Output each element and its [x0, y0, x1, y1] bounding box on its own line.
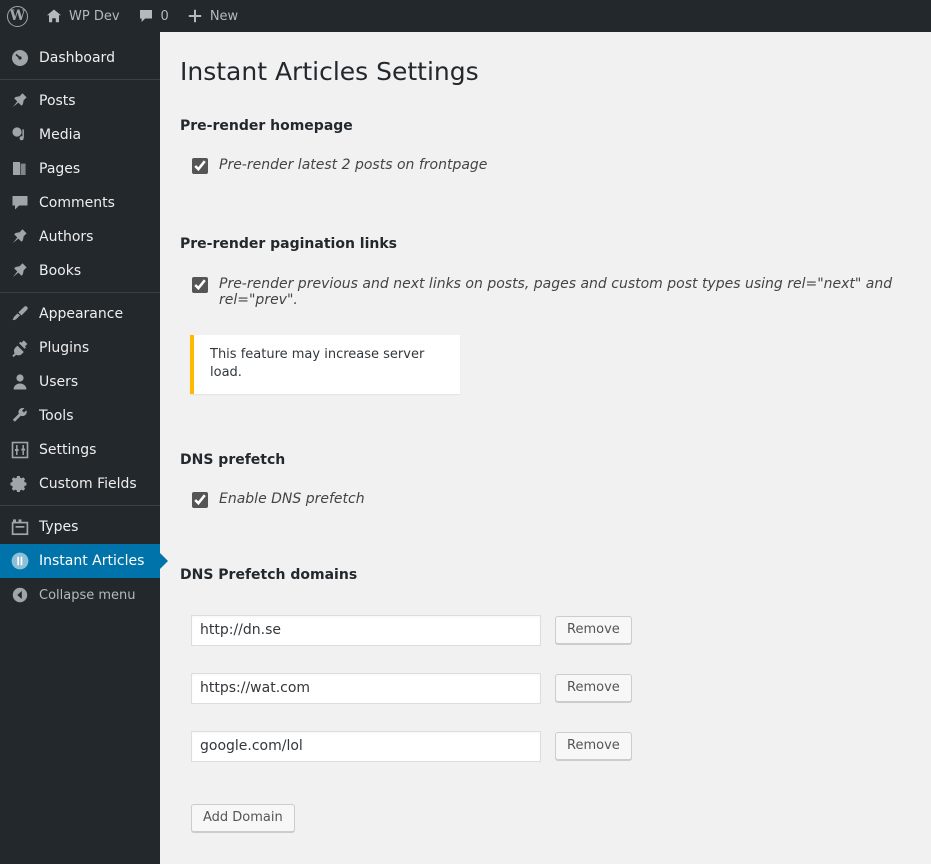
instant-articles-icon [10, 551, 30, 571]
home-icon [46, 8, 62, 24]
section-dns-prefetch-domains: DNS Prefetch domains Remove RemoveRemove … [180, 566, 923, 832]
prerender-pagination-checkbox[interactable] [192, 276, 208, 293]
wp-logo-button[interactable]: W [0, 0, 37, 32]
sidebar-item-label: Appearance [39, 306, 124, 322]
section-heading-dns-prefetch-domains: DNS Prefetch domains [180, 567, 358, 584]
add-domain-wrapper: Add Domain [180, 803, 923, 832]
sidebar-item-label: Custom Fields [39, 476, 137, 492]
site-name-label: WP Dev [69, 8, 120, 24]
domain-row: Remove [180, 730, 923, 762]
domain-input[interactable] [191, 730, 541, 762]
sidebar-separator [0, 79, 160, 80]
plug-icon [10, 338, 30, 358]
domain-list: Remove Remove Remove [180, 614, 923, 762]
sidebar-separator [0, 292, 160, 293]
sidebar-item-books[interactable]: Books [0, 254, 160, 288]
sidebar-item-appearance[interactable]: Appearance [0, 297, 160, 331]
sidebar-item-custom-fields[interactable]: Custom Fields [0, 467, 160, 501]
sidebar-item-comments[interactable]: Comments [0, 186, 160, 220]
sidebar-item-dashboard[interactable]: Dashboard [0, 41, 160, 75]
prerender-pagination-checkbox-label: Pre-render previous and next links on po… [219, 275, 893, 309]
page-icon [10, 159, 30, 179]
gear-icon [10, 474, 30, 494]
new-label: New [209, 8, 239, 24]
sidebar-item-label: Users [39, 374, 79, 390]
collapse-menu-button[interactable]: Collapse menu [0, 578, 160, 612]
dashboard-icon [10, 48, 30, 68]
pin-icon [10, 227, 30, 247]
sidebar-item-settings[interactable]: Settings [0, 433, 160, 467]
site-name-button[interactable]: WP Dev [37, 0, 129, 32]
sidebar-separator [0, 505, 160, 506]
sidebar-item-label: Plugins [39, 340, 90, 356]
domain-input[interactable] [191, 614, 541, 646]
dns-prefetch-checkbox-label: Enable DNS prefetch [219, 491, 365, 508]
remove-domain-button[interactable]: Remove [555, 674, 632, 703]
admin-sidebar-menu: Dashboard Posts Media Pages Comments Authors B… [0, 32, 168, 864]
section-prerender-pagination: Pre-render pagination links Pre-render p… [180, 235, 923, 394]
sidebar-item-label: Pages [39, 161, 81, 177]
pin-icon [10, 261, 30, 281]
section-heading-prerender-pagination: Pre-render pagination links [180, 236, 397, 253]
sidebar-item-label: Tools [39, 408, 74, 424]
section-prerender-homepage: Pre-render homepage Pre-render latest 2 … [180, 117, 923, 175]
add-domain-button[interactable]: Add Domain [191, 803, 295, 832]
prerender-homepage-checkbox[interactable] [192, 158, 208, 175]
sidebar-item-instant-articles[interactable]: Instant Articles [0, 544, 168, 578]
sidebar-item-label: Comments [39, 195, 115, 211]
collapse-arrow-icon [10, 585, 30, 605]
sidebar-item-label: Instant Articles [39, 553, 145, 569]
dns-prefetch-checkbox-row[interactable]: Enable DNS prefetch [180, 491, 923, 509]
domain-row: Remove [180, 614, 923, 646]
dns-prefetch-checkbox[interactable] [192, 492, 208, 509]
sidebar-item-tools[interactable]: Tools [0, 399, 160, 433]
sidebar-item-pages[interactable]: Pages [0, 152, 160, 186]
archive-icon [10, 517, 30, 537]
prerender-homepage-checkbox-row[interactable]: Pre-render latest 2 posts on frontpage [180, 157, 923, 175]
page-title: Instant Articles Settings [180, 57, 479, 86]
comment-icon [10, 193, 30, 213]
remove-domain-button[interactable]: Remove [555, 732, 632, 761]
remove-domain-button[interactable]: Remove [555, 616, 632, 645]
media-icon [10, 125, 30, 145]
sidebar-item-users[interactable]: Users [0, 365, 160, 399]
sidebar-item-label: Types [39, 519, 79, 535]
prerender-pagination-checkbox-row[interactable]: Pre-render previous and next links on po… [180, 276, 923, 310]
sidebar-item-plugins[interactable]: Plugins [0, 331, 160, 365]
comment-bubble-icon [138, 8, 154, 24]
sidebar-item-authors[interactable]: Authors [0, 220, 160, 254]
new-content-button[interactable]: New [178, 0, 247, 32]
sidebar-item-label: Posts [39, 93, 76, 109]
comment-count: 0 [160, 8, 169, 24]
sidebar-item-media[interactable]: Media [0, 118, 160, 152]
wordpress-logo-icon: W [7, 5, 28, 27]
user-icon [10, 372, 30, 392]
comments-button[interactable]: 0 [129, 0, 178, 32]
section-heading-prerender-homepage: Pre-render homepage [180, 117, 353, 134]
sidebar-item-types[interactable]: Types [0, 510, 160, 544]
domain-row: Remove [180, 672, 923, 704]
content-area: Instant Articles Settings Pre-render hom… [160, 32, 923, 864]
paintbrush-icon [10, 304, 30, 324]
plus-icon [187, 8, 203, 24]
sliders-icon [10, 440, 30, 460]
sidebar-item-label: Media [39, 127, 82, 143]
admin-bar: W WP Dev 0 New [0, 0, 931, 32]
pin-icon [10, 91, 30, 111]
sidebar-item-posts[interactable]: Posts [0, 84, 160, 118]
sidebar-item-label: Settings [39, 442, 97, 458]
wrench-icon [10, 406, 30, 426]
section-dns-prefetch: DNS prefetch Enable DNS prefetch [180, 451, 923, 509]
section-heading-dns-prefetch: DNS prefetch [180, 451, 286, 468]
sidebar-item-label: Dashboard [39, 50, 115, 66]
prerender-homepage-checkbox-label: Pre-render latest 2 posts on frontpage [219, 157, 488, 174]
collapse-menu-label: Collapse menu [39, 587, 136, 603]
menu-top-spacer [0, 32, 160, 41]
sidebar-item-label: Authors [39, 229, 94, 245]
server-load-notice-text: This feature may increase server load. [210, 347, 425, 381]
domain-input[interactable] [191, 672, 541, 704]
sidebar-item-label: Books [39, 263, 82, 279]
server-load-notice: This feature may increase server load. [190, 335, 460, 394]
